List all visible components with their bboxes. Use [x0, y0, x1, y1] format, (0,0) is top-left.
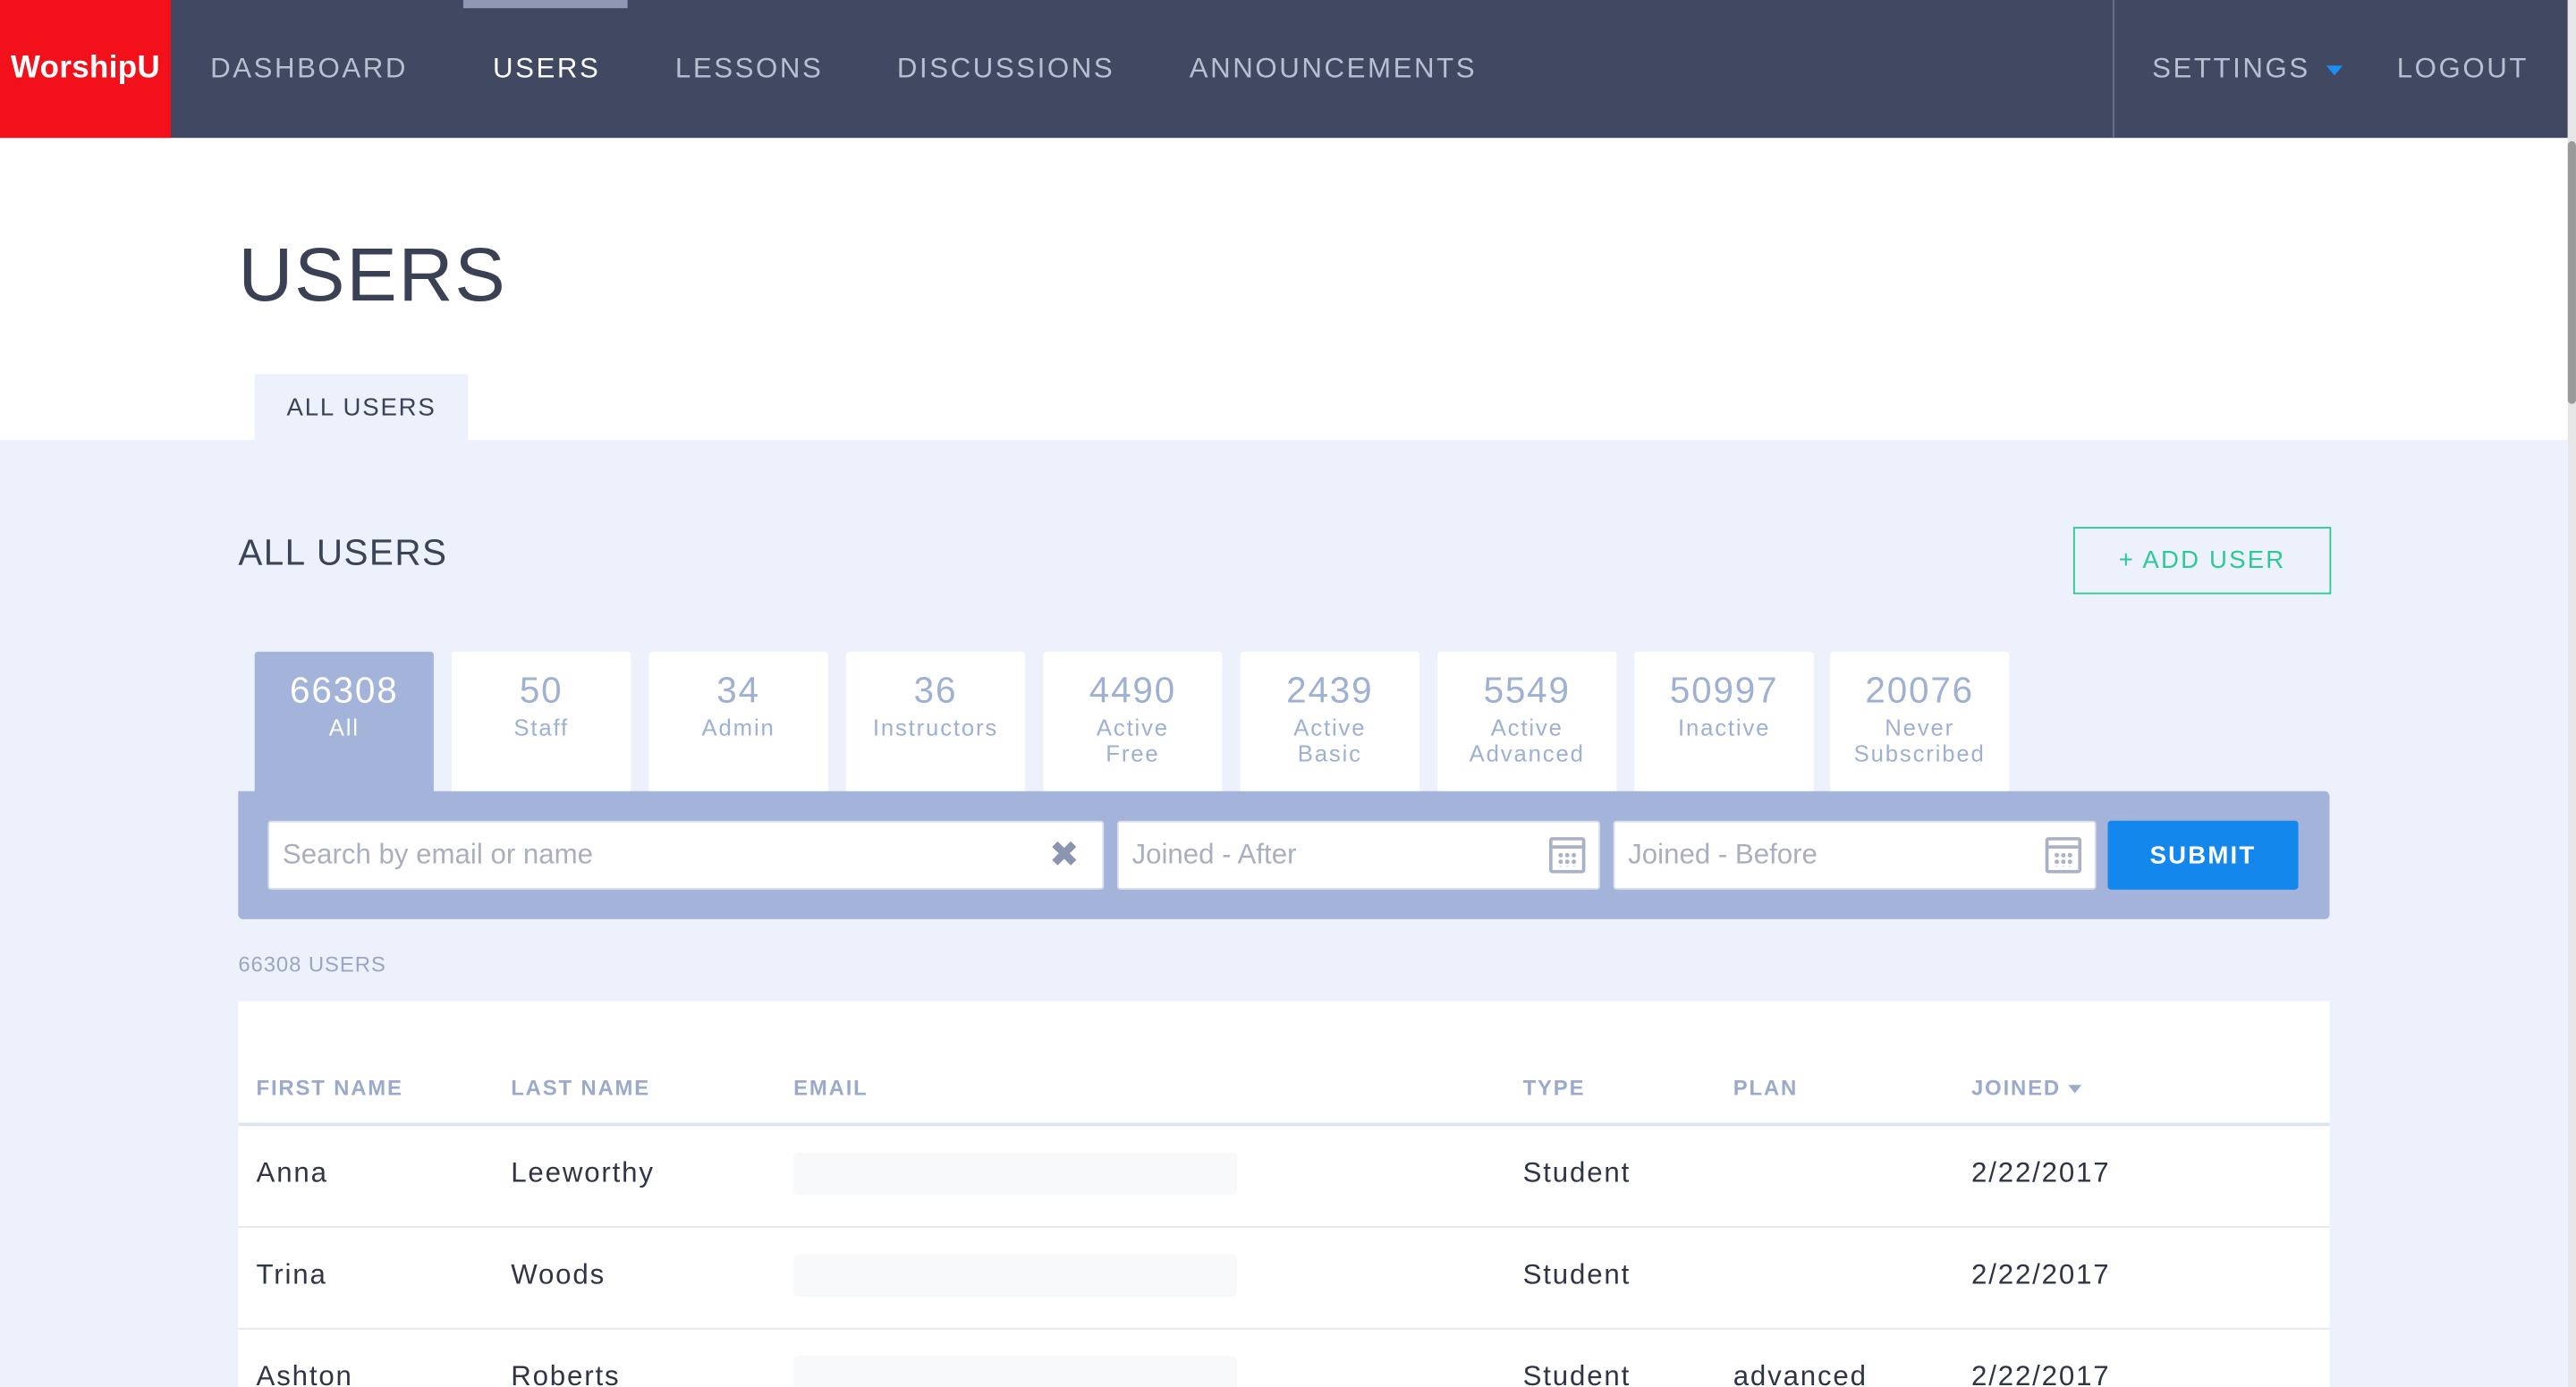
tab-all-users[interactable]: ALL USERS: [254, 374, 469, 442]
cell-joined: 2/22/2017: [1971, 1360, 2111, 1387]
filter-tab-active-basic[interactable]: 2439 Active Basic: [1240, 651, 1419, 793]
filter-tab-count: 20076: [1865, 669, 1974, 711]
sort-desc-icon: [2069, 1085, 2082, 1094]
settings-menu[interactable]: SETTINGS: [2152, 0, 2343, 138]
column-header-plan[interactable]: PLAN: [1733, 1075, 1798, 1100]
cell-first-name: Anna: [256, 1157, 328, 1188]
filter-tab-count: 2439: [1286, 669, 1374, 711]
joined-after-field[interactable]: [1116, 820, 1600, 890]
filter-tab-admin[interactable]: 34 Admin: [648, 651, 828, 793]
filter-tab-count: 50997: [1669, 669, 1779, 711]
filter-tab-count: 36: [913, 669, 958, 711]
cell-type: Student: [1522, 1360, 1631, 1387]
filter-tab-instructors[interactable]: 36 Instructors: [845, 651, 1026, 793]
cell-last-name: Leeworthy: [511, 1157, 655, 1188]
filter-tab-never-subscribed[interactable]: 20076 Never Subscribed: [1830, 651, 2010, 793]
filter-tab-count: 5549: [1483, 669, 1571, 711]
cell-type: Student: [1522, 1157, 1631, 1188]
section-title: ALL USERS: [238, 531, 448, 573]
filter-tab-all[interactable]: 66308 All: [254, 651, 434, 793]
filter-tab-active-advanced[interactable]: 5549 Active Advanced: [1437, 651, 1617, 793]
brand-logo[interactable]: WorshipU: [0, 0, 172, 139]
filter-tab-label: Active Advanced: [1469, 714, 1585, 767]
cell-first-name: Ashton: [256, 1360, 353, 1387]
table-row[interactable]: Ashton Roberts Student advanced 2/22/201…: [238, 1330, 2329, 1387]
filter-tab-count: 66308: [290, 669, 399, 711]
nav-divider: [2112, 0, 2114, 139]
column-header-last-name[interactable]: LAST NAME: [511, 1075, 650, 1100]
filter-tab-active-free[interactable]: 4490 Active Free: [1043, 651, 1223, 793]
cell-first-name: Trina: [256, 1258, 327, 1290]
search-field[interactable]: ✖: [267, 820, 1105, 890]
nav-item-discussions[interactable]: DISCUSSIONS: [897, 0, 1114, 138]
cell-type: Student: [1522, 1258, 1631, 1290]
cell-last-name: Roberts: [511, 1360, 621, 1387]
calendar-icon[interactable]: [2045, 837, 2082, 874]
logout-link[interactable]: LOGOUT: [2397, 0, 2529, 138]
add-user-button[interactable]: + ADD USER: [2072, 527, 2332, 595]
cell-joined: 2/22/2017: [1971, 1157, 2111, 1188]
nav-item-dashboard[interactable]: DASHBOARD: [210, 0, 408, 138]
users-count: 66308 USERS: [238, 951, 386, 977]
chevron-down-icon: [2326, 65, 2343, 76]
cell-email-redacted: [793, 1356, 1238, 1387]
filter-tab-label: Inactive: [1677, 714, 1771, 740]
page-title: USERS: [238, 231, 507, 317]
close-icon[interactable]: ✖: [1049, 836, 1080, 873]
column-header-joined[interactable]: JOINED: [1971, 1075, 2082, 1100]
filter-tab-staff[interactable]: 50 Staff: [452, 651, 631, 793]
table-row[interactable]: Trina Woods Student 2/22/2017: [238, 1228, 2330, 1330]
nav-item-users[interactable]: USERS: [493, 0, 600, 138]
filter-tab-label: Never Subscribed: [1853, 714, 1986, 767]
filter-tab-label: Instructors: [872, 714, 999, 740]
search-input[interactable]: [282, 838, 1103, 872]
cell-email-redacted: [793, 1254, 1238, 1298]
cell-joined: 2/22/2017: [1971, 1258, 2111, 1290]
filter-tab-count: 34: [716, 669, 760, 711]
filter-tab-label: All: [328, 714, 360, 740]
filter-tab-count: 4490: [1089, 669, 1177, 711]
nav-item-announcements[interactable]: ANNOUNCEMENTS: [1190, 0, 1477, 138]
filter-tab-inactive[interactable]: 50997 Inactive: [1634, 651, 1814, 793]
top-navbar: WorshipU DASHBOARD USERS LESSONS DISCUSS…: [0, 0, 2568, 139]
joined-before-field[interactable]: [1613, 820, 2097, 890]
column-header-type[interactable]: TYPE: [1523, 1075, 1586, 1100]
column-header-first-name[interactable]: FIRST NAME: [257, 1075, 403, 1100]
filter-tab-label: Admin: [701, 714, 775, 740]
cell-last-name: Woods: [511, 1258, 606, 1290]
column-header-joined-label: JOINED: [1971, 1075, 2061, 1100]
joined-after-input[interactable]: [1131, 838, 1599, 872]
cell-email-redacted: [793, 1152, 1238, 1196]
calendar-icon[interactable]: [1549, 837, 1586, 874]
filter-tab-label: Staff: [513, 714, 569, 740]
filter-tab-label: Active Free: [1096, 714, 1169, 767]
nav-item-lessons[interactable]: LESSONS: [675, 0, 824, 138]
filter-tab-label: Active Basic: [1293, 714, 1367, 767]
table-row[interactable]: Anna Leeworthy Student 2/22/2017: [238, 1126, 2330, 1228]
cell-plan: advanced: [1733, 1360, 1868, 1387]
submit-button[interactable]: SUBMIT: [2107, 820, 2299, 890]
scrollbar-thumb[interactable]: [2567, 140, 2576, 404]
filter-tab-count: 50: [519, 669, 564, 711]
joined-before-input[interactable]: [1628, 838, 2095, 872]
settings-label: SETTINGS: [2152, 52, 2310, 84]
app-window: WorshipU DASHBOARD USERS LESSONS DISCUSS…: [0, 0, 2576, 1387]
column-header-email[interactable]: EMAIL: [793, 1075, 868, 1100]
scrollbar-track[interactable]: [2567, 0, 2576, 1387]
